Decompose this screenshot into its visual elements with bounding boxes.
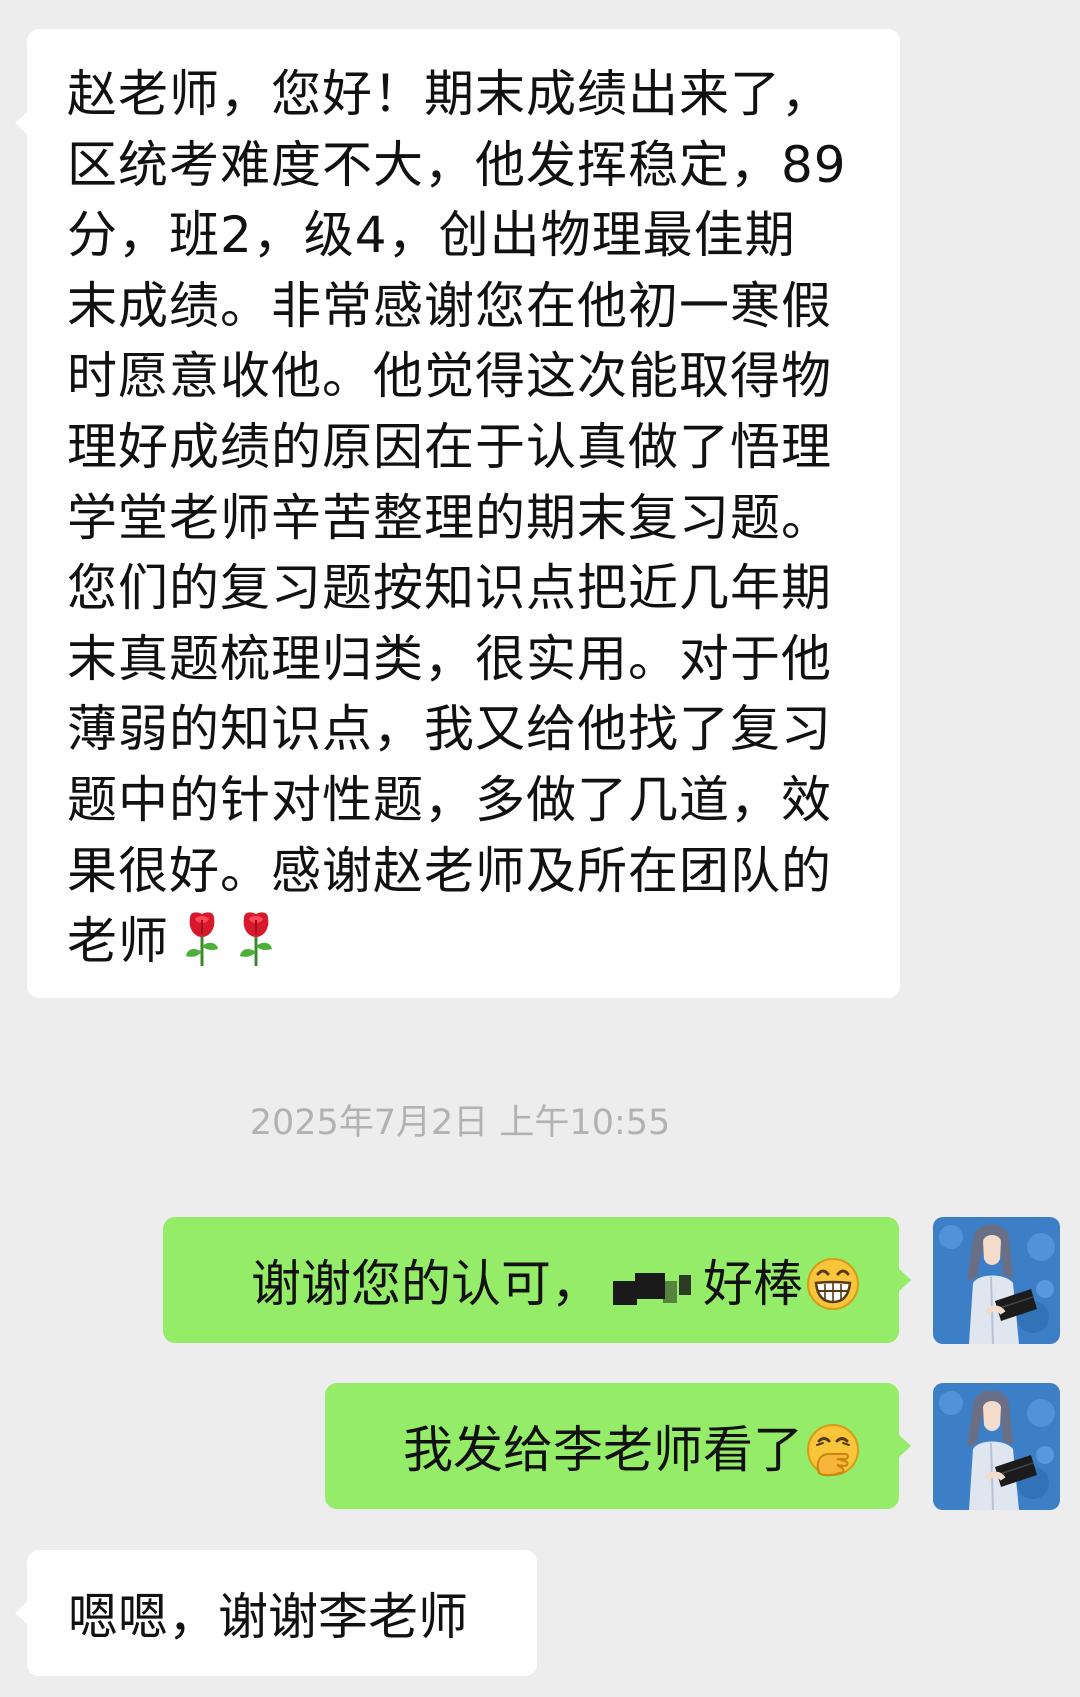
message-text-content: 赵老师，您好！期末成绩出来了， 区统考难度不大，他发挥稳定，89 分，班2，级4…	[67, 65, 847, 971]
rose-icon	[240, 912, 272, 967]
rose-icon	[186, 912, 218, 967]
message-text: 嗯嗯，谢谢李老师	[68, 1588, 468, 1646]
hand-over-mouth-icon	[807, 1424, 859, 1477]
avatar-image	[933, 1383, 1060, 1510]
message-text-suffix: 好棒	[703, 1255, 803, 1313]
bubble-tail	[898, 1268, 911, 1292]
message-text: 谢谢您的认可， 好棒	[251, 1244, 861, 1316]
message-text-content: 谢谢您的认可，	[251, 1255, 601, 1313]
bubble-tail	[15, 1601, 28, 1625]
outgoing-message-bubble[interactable]: 谢谢您的认可， 好棒	[163, 1217, 911, 1343]
message-text-content: 我发给李老师看了	[403, 1421, 803, 1479]
grin-icon	[807, 1258, 859, 1310]
incoming-message-bubble[interactable]: 嗯嗯，谢谢李老师	[15, 1550, 537, 1676]
message-text: 赵老师，您好！期末成绩出来了， 区统考难度不大，他发挥稳定，89 分，班2，级4…	[67, 59, 872, 977]
incoming-message-bubble[interactable]: 赵老师，您好！期末成绩出来了， 区统考难度不大，他发挥稳定，89 分，班2，级4…	[15, 29, 900, 998]
avatar-image	[933, 1217, 1060, 1344]
bubble-tail	[898, 1434, 911, 1458]
avatar[interactable]	[933, 1217, 1060, 1344]
redacted-name	[613, 1263, 703, 1307]
outgoing-message-bubble[interactable]: 我发给李老师看了	[325, 1383, 911, 1509]
avatar[interactable]	[933, 1383, 1060, 1510]
message-timestamp: 2025年7月2日 上午10:55	[249, 1103, 671, 1143]
message-text: 我发给李老师看了	[403, 1410, 861, 1482]
bubble-tail	[15, 111, 28, 135]
